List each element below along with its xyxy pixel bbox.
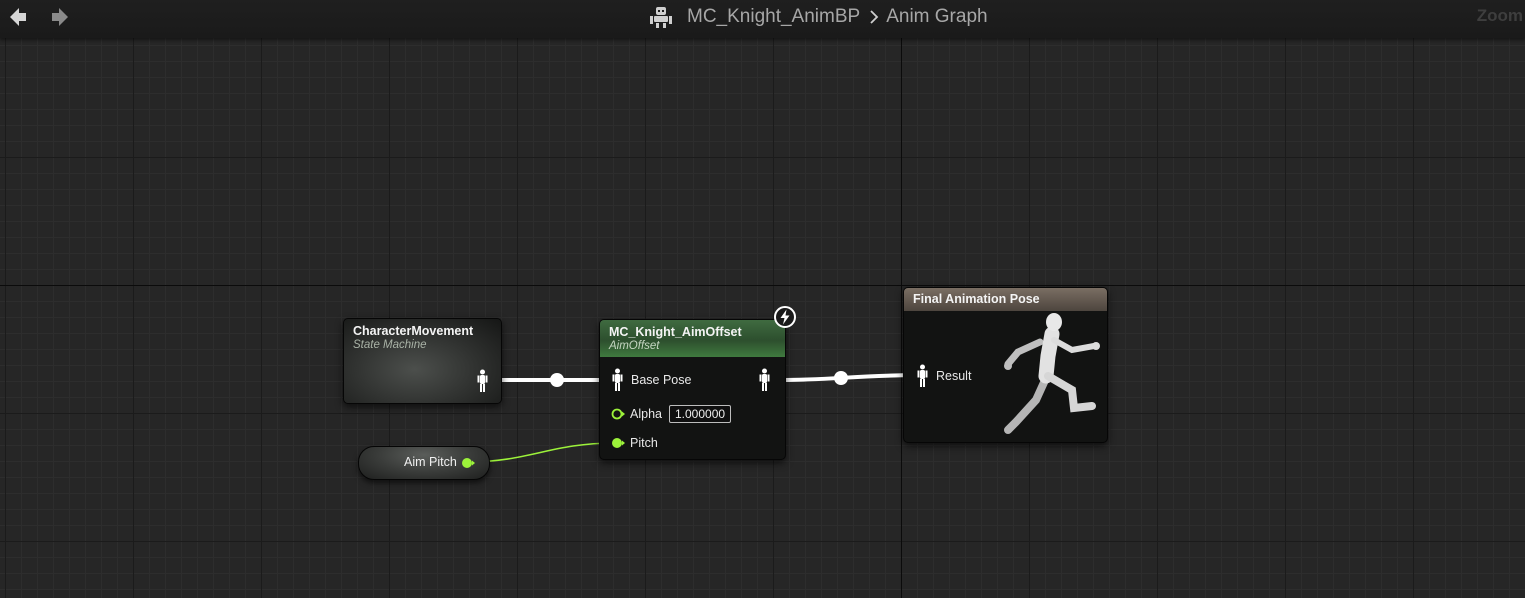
alpha-input-pin[interactable]: Alpha 1.000000 — [610, 405, 732, 423]
pose-pin-icon — [759, 368, 770, 391]
pose-pin-icon — [612, 368, 623, 391]
wire-reroute-knot[interactable] — [834, 371, 848, 385]
arrow-right-icon — [52, 8, 68, 26]
graph-breadcrumb-bar: MC_Knight_AnimBP Anim Graph Zoom — [0, 0, 1525, 38]
breadcrumb: MC_Knight_AnimBP Anim Graph — [649, 5, 988, 29]
chevron-right-icon — [869, 10, 879, 24]
breadcrumb-blueprint[interactable]: MC_Knight_AnimBP — [687, 6, 860, 28]
wire-reroute-knot[interactable] — [550, 373, 564, 387]
float-pin-empty-icon — [611, 408, 625, 420]
pose-output-pin[interactable] — [477, 369, 488, 393]
node-subtitle: State Machine — [353, 339, 427, 351]
arrow-left-icon — [10, 8, 26, 26]
pin-label: Alpha — [630, 407, 662, 421]
lightning-icon — [774, 306, 796, 328]
alpha-value-field[interactable]: 1.000000 — [668, 405, 732, 423]
node-title: MC_Knight_AimOffset — [609, 325, 742, 339]
wire-layer — [466, 371, 917, 463]
pin-label: Result — [936, 369, 972, 383]
running-mannequin-icon — [1004, 313, 1100, 434]
float-pin-connected-icon — [612, 438, 625, 448]
node-title: CharacterMovement — [353, 324, 474, 338]
pose-pin-icon — [917, 364, 928, 387]
pose-pin-icon — [477, 369, 488, 392]
pin-label: Pitch — [630, 436, 658, 450]
aim-offset-node[interactable]: MC_Knight_AimOffset AimOffset Base Pose … — [599, 319, 786, 460]
zoom-label: Zoom — [1476, 6, 1523, 25]
node-subtitle: AimOffset — [609, 340, 660, 352]
pin-label: Base Pose — [631, 373, 692, 387]
node-title: Final Animation Pose — [913, 292, 1040, 306]
state-machine-node[interactable]: CharacterMovement State Machine — [343, 318, 502, 404]
pose-output-pin[interactable] — [759, 368, 770, 392]
back-button[interactable] — [7, 6, 29, 28]
final-animation-pose-node[interactable]: Final Animation Pose Result — [903, 287, 1108, 443]
pitch-input-pin[interactable]: Pitch — [610, 436, 658, 450]
anim-blueprint-icon — [650, 7, 672, 28]
result-input-pin[interactable]: Result — [917, 364, 971, 388]
float-output-pin-icon[interactable] — [460, 456, 476, 470]
base-pose-input-pin[interactable]: Base Pose — [612, 368, 691, 392]
forward-button[interactable] — [49, 6, 71, 28]
breadcrumb-graph[interactable]: Anim Graph — [886, 6, 987, 28]
variable-label: Aim Pitch — [404, 455, 457, 469]
aim-pitch-variable-node[interactable]: Aim Pitch — [358, 446, 490, 480]
